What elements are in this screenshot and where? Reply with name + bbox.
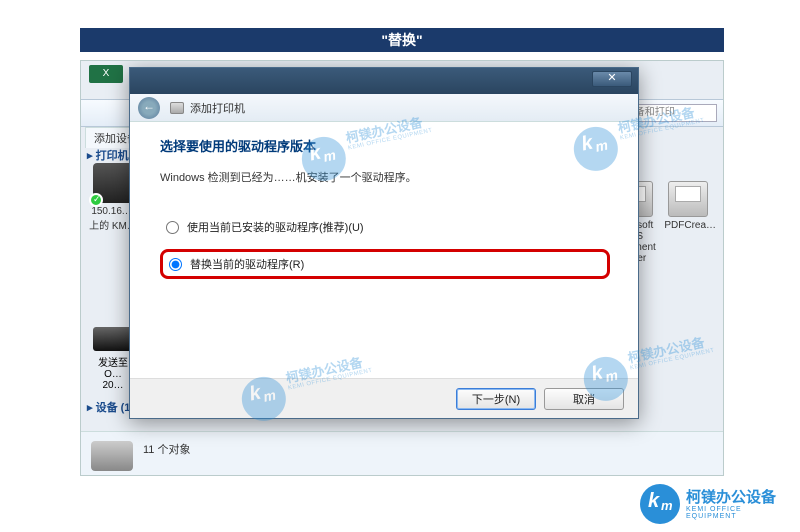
close-button[interactable]: ✕: [592, 71, 632, 87]
radio-use-current-input[interactable]: [166, 221, 179, 234]
radio-use-current[interactable]: 使用当前已安装的驱动程序(推荐)(U): [160, 215, 610, 239]
explorer-statusbar: 11 个对象: [81, 431, 723, 475]
radio-use-current-label: 使用当前已安装的驱动程序(推荐)(U): [187, 219, 364, 235]
footer-logo: km 柯镁办公设备 KEMI OFFICE EQUIPMENT: [640, 482, 790, 526]
printer-icon: [668, 181, 708, 217]
radio-replace-input[interactable]: [169, 258, 182, 271]
footer-logo-cn: 柯镁办公设备: [686, 486, 776, 507]
dialog-nav-label: 添加打印机: [190, 100, 245, 116]
dialog-nav: 添加打印机: [130, 94, 638, 122]
camera-icon: [91, 441, 133, 471]
add-printer-dialog: ✕ 添加打印机 选择要使用的驱动程序版本 Windows 检测到已经为……机安装…: [129, 67, 639, 419]
slide-title: "替换": [80, 28, 724, 52]
default-check-icon: [89, 193, 103, 207]
dialog-heading: 选择要使用的驱动程序版本: [160, 136, 610, 155]
dialog-nav-title: 添加打印机: [170, 100, 245, 116]
dialog-body: 选择要使用的驱动程序版本 Windows 检测到已经为……机安装了一个驱动程序。…: [130, 122, 638, 279]
dialog-subtext: Windows 检测到已经为……机安装了一个驱动程序。: [160, 169, 610, 185]
section-devices-header[interactable]: ▸ 设备 (1): [87, 399, 134, 415]
explorer-window: X 搜索 设备和打印 添加设备 ▸ 打印机 150.16.… 上的 KM… 发送…: [80, 60, 724, 476]
next-button[interactable]: 下一步(N): [456, 388, 536, 410]
radio-replace[interactable]: 替换当前的驱动程序(R): [169, 256, 601, 272]
item-count: 11 个对象: [143, 441, 190, 457]
highlight-replace-option: 替换当前的驱动程序(R): [160, 249, 610, 279]
printer-mini-icon: [170, 102, 184, 114]
excel-icon: X: [89, 65, 123, 83]
back-button[interactable]: [138, 97, 160, 119]
dialog-footer: 下一步(N) 取消: [130, 378, 638, 418]
radio-replace-label: 替换当前的驱动程序(R): [190, 256, 304, 272]
footer-logo-en: KEMI OFFICE EQUIPMENT: [686, 506, 790, 520]
section-printers-header[interactable]: ▸ 打印机: [87, 147, 129, 163]
dialog-titlebar[interactable]: ✕: [130, 68, 638, 94]
printer-label: PDFCrea…: [664, 220, 712, 231]
cancel-button[interactable]: 取消: [544, 388, 624, 410]
scanner-icon: [93, 327, 133, 351]
printer-icon: [93, 163, 133, 203]
printer-item-pdfcreator[interactable]: PDFCrea…: [664, 181, 712, 231]
